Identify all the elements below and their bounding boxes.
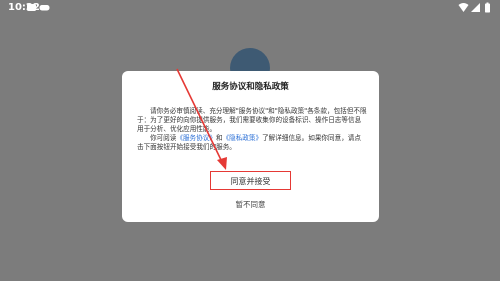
agree-button[interactable]: 同意并接受 <box>210 171 291 190</box>
consent-paragraph: 请你务必审慎阅读、充分理解"服务协议"和"隐私政策"各条款，包括但不限于：为了更… <box>137 107 367 133</box>
privacy-dialog: 服务协议和隐私政策 请你务必审慎阅读、充分理解"服务协议"和"隐私政策"各条款，… <box>122 71 379 222</box>
notification-icon <box>27 4 36 11</box>
wifi-icon <box>458 3 469 12</box>
links-paragraph-and: 和 <box>215 133 223 142</box>
privacy-policy-link[interactable]: 《隐私政策》 <box>223 134 263 142</box>
gamepad-icon <box>39 5 50 11</box>
service-agreement-link[interactable]: 《服务协议》 <box>176 134 216 142</box>
battery-icon <box>485 2 490 13</box>
links-paragraph: 你可阅读《服务协议》和《隐私政策》了解详细信息。如果你同意，请点击下面按钮开始接… <box>137 134 367 152</box>
dialog-title: 服务协议和隐私政策 <box>212 82 289 92</box>
signal-icon <box>471 3 480 12</box>
disagree-button[interactable]: 暂不同意 <box>122 199 379 210</box>
status-bar: 10:22 <box>0 0 500 16</box>
dialog-body: 请你务必审慎阅读、充分理解"服务协议"和"隐私政策"各条款，包括但不限于：为了更… <box>137 107 367 152</box>
links-paragraph-prefix: 你可阅读 <box>150 133 177 142</box>
